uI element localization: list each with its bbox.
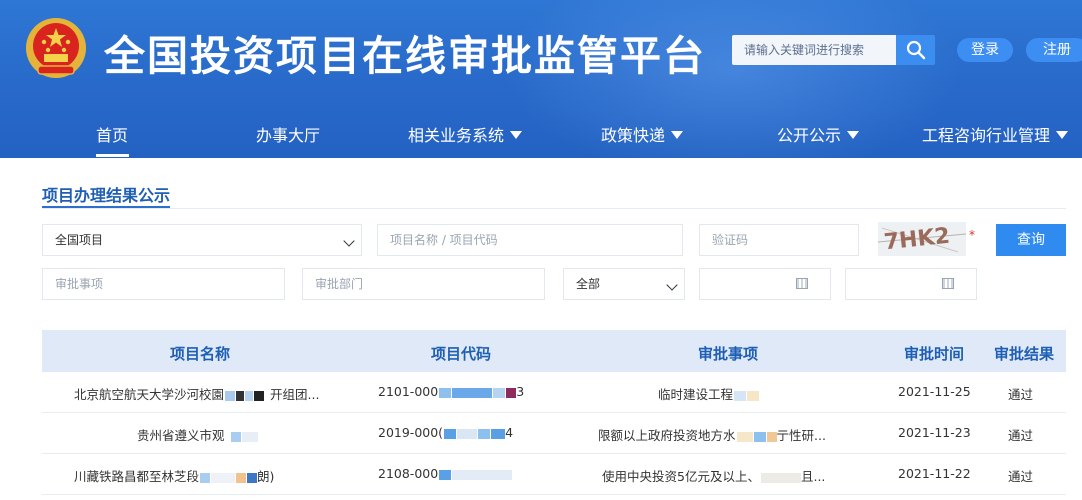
column-header: 项目名称 bbox=[170, 345, 231, 363]
chevron-down-icon bbox=[343, 235, 355, 247]
select-value: 全部 bbox=[576, 277, 601, 291]
nav-item-publicity[interactable]: 公开公示 bbox=[777, 122, 860, 146]
cell-text: 川藏铁路昌都至林芝段 bbox=[74, 469, 200, 484]
table-row[interactable]: 贵州省遵义市观 2019-000( 4 限额以上政府投资地方水 亍性研... 202… bbox=[42, 413, 1066, 454]
project-name-cell[interactable]: 川藏铁路昌都至林芝段 朗) bbox=[74, 466, 274, 485]
approval-item-cell: 使用中央投资5亿元及以上、 且... bbox=[602, 466, 825, 485]
approval-dept-input[interactable]: 审批部门 bbox=[302, 268, 545, 300]
section-title: 项目办理结果公示 bbox=[42, 186, 171, 205]
search-input[interactable]: 请输入关键词进行搜索 bbox=[732, 35, 896, 65]
approval-date-cell: 2021-11-25 bbox=[898, 384, 971, 399]
cell-text: 限额以上政府投资地方水 bbox=[598, 428, 736, 443]
nav-item-service-hall[interactable]: 办事大厅 bbox=[256, 122, 320, 146]
table-row[interactable]: 北京航空航天大学沙河校園 开组团... 2101-000 3 临时建设工程 2021… bbox=[42, 372, 1066, 413]
end-date-input[interactable] bbox=[845, 268, 977, 300]
select-value: 全国项目 bbox=[55, 233, 104, 247]
column-header: 审批时间 bbox=[904, 345, 965, 363]
start-date-input[interactable] bbox=[699, 268, 831, 300]
calendar-icon bbox=[942, 278, 954, 289]
project-name-cell[interactable]: 北京航空航天大学沙河校園 开组团... bbox=[74, 384, 319, 403]
status-select[interactable]: 全部 bbox=[563, 268, 685, 300]
search-icon bbox=[906, 40, 925, 60]
project-code-cell: 2108-000 bbox=[378, 466, 513, 481]
nav-label: 公开公示 bbox=[777, 126, 842, 145]
column-header: 项目代码 bbox=[431, 345, 492, 363]
cell-text: 贵州省遵义市观 bbox=[137, 428, 225, 443]
cell-text: 4 bbox=[505, 425, 514, 440]
section-divider bbox=[42, 208, 1066, 209]
approval-item-input[interactable]: 审批事项 bbox=[42, 268, 285, 300]
national-emblem-icon bbox=[26, 18, 86, 78]
approval-date-cell: 2021-11-23 bbox=[898, 425, 971, 440]
nav-item-home[interactable]: 首页 bbox=[96, 122, 128, 146]
site-title: 全国投资项目在线审批监管平台 bbox=[104, 32, 706, 80]
caret-down-icon bbox=[510, 131, 523, 139]
cell-text: 2101-000 bbox=[378, 384, 439, 399]
nav-active-indicator bbox=[96, 154, 129, 157]
caret-down-icon bbox=[1056, 131, 1069, 139]
cell-text: 亍性研... bbox=[776, 428, 826, 443]
nav-label: 工程咨询行业管理 bbox=[922, 126, 1051, 145]
approval-item-cell: 临时建设工程 bbox=[658, 384, 760, 403]
project-code-cell: 2019-000( 4 bbox=[378, 425, 513, 440]
nav-item-policy[interactable]: 政策快递 bbox=[601, 122, 684, 146]
table-row[interactable]: 川藏铁路昌都至林芝段 朗) 2108-000 使用中央投资5亿元及以上、 且... … bbox=[42, 454, 1066, 495]
nav-item-consulting[interactable]: 工程咨询行业管理 bbox=[922, 122, 1069, 146]
captcha-image[interactable]: 7HK2 bbox=[878, 222, 966, 256]
calendar-icon bbox=[796, 278, 808, 289]
table-header: 项目名称 项目代码 审批事项 审批时间 审批结果 bbox=[42, 330, 1066, 372]
cell-text: 临时建设工程 bbox=[658, 387, 734, 402]
section-title-underline bbox=[42, 206, 170, 208]
project-code-cell: 2101-000 3 bbox=[378, 384, 524, 399]
caret-down-icon bbox=[671, 131, 684, 139]
column-header: 审批结果 bbox=[994, 345, 1055, 363]
register-button[interactable]: 注册 bbox=[1026, 38, 1082, 62]
required-mark: * bbox=[969, 228, 975, 242]
caret-down-icon bbox=[847, 131, 860, 139]
cell-text: 朗) bbox=[257, 469, 275, 484]
nav-label: 办事大厅 bbox=[256, 126, 321, 145]
nav-item-related-systems[interactable]: 相关业务系统 bbox=[408, 122, 523, 146]
approval-date-cell: 2021-11-22 bbox=[898, 466, 971, 481]
site-header: 全国投资项目在线审批监管平台 请输入关键词进行搜索 登录 注册 首页 办事大厅 … bbox=[0, 0, 1082, 158]
nav-label: 政策快递 bbox=[601, 126, 666, 145]
chevron-down-icon bbox=[666, 279, 678, 291]
cell-text: 使用中央投资5亿元及以上、 bbox=[602, 469, 760, 484]
project-name-input[interactable]: 项目名称 / 项目代码 bbox=[377, 224, 683, 256]
cell-text: 2019-000( bbox=[378, 425, 444, 440]
cell-text: 2108-000 bbox=[378, 466, 439, 481]
search-button[interactable] bbox=[896, 35, 935, 65]
approval-result-cell: 通过 bbox=[1008, 469, 1034, 484]
approval-result-cell: 通过 bbox=[1008, 387, 1034, 402]
project-name-cell[interactable]: 贵州省遵义市观 bbox=[137, 425, 258, 444]
nav-label: 首页 bbox=[96, 126, 129, 145]
nav-label: 相关业务系统 bbox=[408, 126, 505, 145]
approval-result-cell: 通过 bbox=[1008, 428, 1034, 443]
approval-item-cell: 限额以上政府投资地方水 亍性研... bbox=[598, 425, 826, 444]
main-nav: 首页 办事大厅 相关业务系统 政策快递 公开公示 工程咨询行业管理 bbox=[0, 108, 1082, 158]
cell-text: 且... bbox=[800, 469, 826, 484]
captcha-input[interactable]: 验证码 bbox=[699, 224, 859, 256]
query-button[interactable]: 查询 bbox=[996, 224, 1066, 256]
column-header: 审批事项 bbox=[698, 345, 759, 363]
login-button[interactable]: 登录 bbox=[957, 38, 1013, 62]
cell-text: 3 bbox=[516, 384, 525, 399]
captcha-text: 7HK2 bbox=[883, 224, 951, 256]
cell-text: 北京航空航天大学沙河校園 bbox=[74, 387, 225, 402]
project-scope-select[interactable]: 全国项目 bbox=[42, 224, 362, 256]
cell-text: 开组团... bbox=[270, 387, 320, 402]
results-table: 项目名称 项目代码 审批事项 审批时间 审批结果 北京航空航天大学沙河校園 开组团… bbox=[42, 330, 1066, 495]
